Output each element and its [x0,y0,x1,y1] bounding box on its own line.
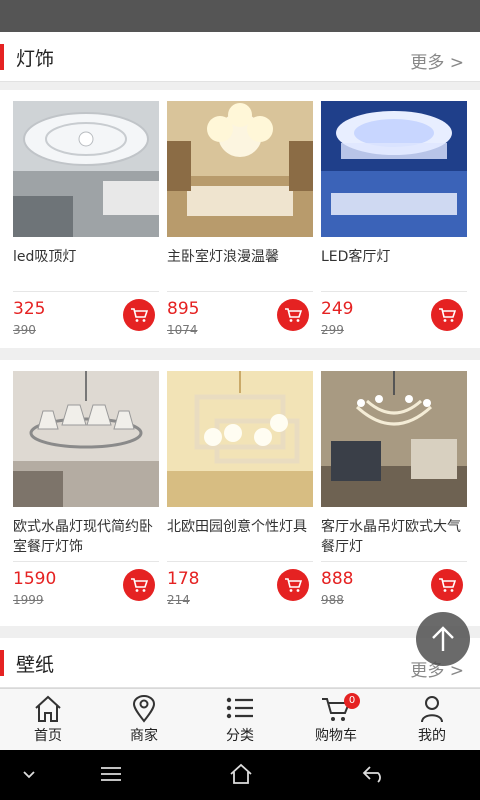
divider [13,291,159,292]
add-to-cart-button[interactable] [431,299,463,331]
divider [13,561,159,562]
menu-icon[interactable] [100,766,122,782]
cart-icon [439,308,456,322]
product-image[interactable] [13,101,159,237]
tab-label: 购物车 [315,728,357,744]
cart-icon [439,578,456,592]
status-bar [0,0,480,32]
back-to-top-button[interactable] [416,612,470,666]
add-to-cart-button[interactable] [277,569,309,601]
section-accent-bar [0,44,4,70]
divider [167,291,313,292]
tab-label: 首页 [34,728,62,744]
divider [167,561,313,562]
tab-mine[interactable]: 我的 [384,689,480,750]
product-name[interactable]: 客厅水晶吊灯欧式大气餐厅灯 [321,517,469,557]
divider [321,561,467,562]
section-title: 壁纸 [16,654,55,676]
product-name[interactable]: 欧式水晶灯现代简约卧室餐厅灯饰 [13,517,161,557]
tab-label: 分类 [226,728,254,744]
product-old-price: 214 [167,593,190,607]
cart-icon [131,578,148,592]
product-image[interactable] [321,371,467,507]
product-old-price: 988 [321,593,344,607]
add-to-cart-button[interactable] [277,299,309,331]
product-price: 895 [167,299,200,319]
product-old-price: 299 [321,323,344,337]
tab-categories[interactable]: 分类 [192,689,288,750]
tab-label: 商家 [130,728,158,744]
section-accent-bar [0,650,4,676]
tab-label: 我的 [418,728,446,744]
product-image[interactable] [13,371,159,507]
list-icon [226,697,253,719]
product-image[interactable] [167,101,313,237]
divider [321,291,467,292]
cart-icon [285,578,302,592]
product-old-price: 390 [13,323,36,337]
add-to-cart-button[interactable] [431,569,463,601]
product-name[interactable]: LED客厅灯 [321,247,469,287]
product-price: 178 [167,569,200,589]
product-old-price: 1074 [167,323,198,337]
product-price: 1590 [13,569,57,589]
product-image[interactable] [321,101,467,237]
bottom-tab-bar: 首页 商家 分类 0 购物车 我的 [0,688,480,750]
add-to-cart-button[interactable] [123,299,155,331]
cart-icon [131,308,148,322]
product-old-price: 1999 [13,593,44,607]
product-price: 888 [321,569,354,589]
add-to-cart-button[interactable] [123,569,155,601]
arrow-up-icon [432,626,454,651]
home-nav-icon[interactable] [229,763,253,785]
cart-count-badge: 0 [344,693,360,709]
section-title: 灯饰 [16,48,55,70]
back-icon[interactable] [362,765,386,783]
section-header-wallpaper: 壁纸 更多 > [0,638,480,688]
location-pin-icon [132,695,156,723]
tab-home[interactable]: 首页 [0,689,96,750]
section-header-lighting: 灯饰 更多 > [0,32,480,82]
product-name[interactable]: 主卧室灯浪漫温馨 [167,247,315,287]
product-name[interactable]: 北欧田园创意个性灯具 [167,517,315,557]
tab-cart[interactable]: 0 购物车 [288,689,384,750]
home-icon [35,695,61,722]
product-image[interactable] [167,371,313,507]
user-icon [421,696,443,723]
product-price: 325 [13,299,46,319]
product-grid-1: led吸顶灯 325 390 主卧室灯浪漫温馨 895 1074 LED客厅灯 … [0,90,480,348]
product-name[interactable]: led吸顶灯 [13,247,161,287]
cart-icon [285,308,302,322]
more-link[interactable]: 更多 > [410,48,464,73]
system-navigation-bar [0,750,480,800]
product-price: 249 [321,299,354,319]
chevron-down-icon[interactable] [22,770,36,780]
product-grid-2: 欧式水晶灯现代简约卧室餐厅灯饰 1590 1999 北欧田园创意个性灯具 178… [0,360,480,626]
tab-merchants[interactable]: 商家 [96,689,192,750]
